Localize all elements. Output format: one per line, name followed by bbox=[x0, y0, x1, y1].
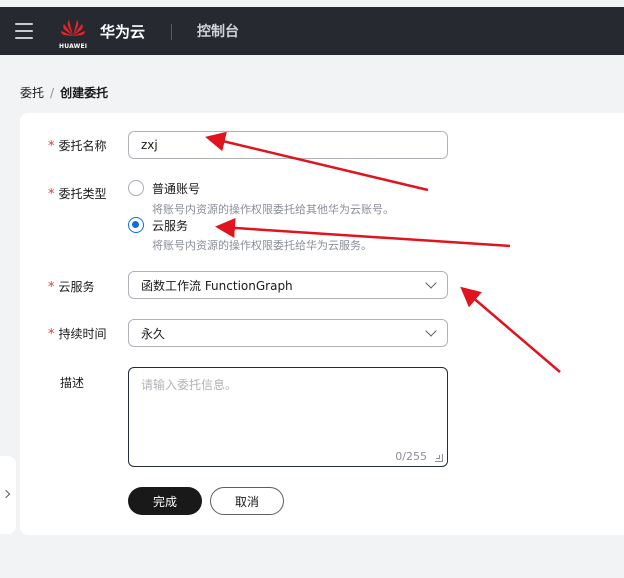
radio-cloud-service-desc: 将账号内资源的操作权限委托给华为云服务。 bbox=[152, 239, 372, 252]
top-navbar: HUAWEI 华为云 控制台 bbox=[0, 7, 624, 55]
duration-value: 永久 bbox=[141, 326, 166, 341]
required-mark: * bbox=[48, 280, 55, 295]
hamburger-menu-icon[interactable] bbox=[15, 23, 33, 39]
duration-label: * 持续时间 bbox=[48, 327, 107, 342]
radio-normal-account[interactable] bbox=[128, 180, 144, 196]
description-label: 描述 bbox=[60, 376, 85, 390]
radio-normal-account-label[interactable]: 普通账号 bbox=[152, 180, 200, 197]
logo-text: HUAWEI bbox=[59, 43, 88, 50]
char-counter: 0/255 bbox=[395, 450, 427, 463]
brand-name[interactable]: 华为云 bbox=[100, 21, 145, 42]
header-divider bbox=[171, 24, 172, 40]
description-textarea[interactable]: 请输入委托信息。 0/255 bbox=[128, 367, 448, 467]
submit-button[interactable]: 完成 bbox=[128, 487, 202, 515]
resize-handle-icon[interactable] bbox=[435, 454, 443, 462]
sidebar-expand-toggle[interactable] bbox=[0, 456, 16, 534]
cloud-service-label: * 云服务 bbox=[48, 280, 95, 295]
radio-normal-account-desc: 将账号内资源的操作权限委托给其他华为云账号。 bbox=[152, 203, 394, 216]
cloud-service-value: 函数工作流 FunctionGraph bbox=[141, 278, 293, 293]
chevron-down-icon bbox=[425, 325, 437, 337]
radio-cloud-service[interactable] bbox=[128, 217, 144, 233]
required-mark: * bbox=[48, 139, 55, 154]
agency-name-value: zxj bbox=[141, 138, 158, 152]
description-placeholder: 请输入委托信息。 bbox=[141, 378, 238, 392]
huawei-logo-icon[interactable] bbox=[58, 16, 88, 46]
required-mark: * bbox=[48, 187, 55, 202]
cancel-button[interactable]: 取消 bbox=[210, 487, 284, 515]
agency-name-input[interactable]: zxj bbox=[128, 131, 448, 159]
chevron-right-icon bbox=[1, 489, 11, 499]
breadcrumb-separator: / bbox=[50, 85, 55, 100]
agency-type-label: * 委托类型 bbox=[48, 187, 107, 202]
radio-cloud-service-label[interactable]: 云服务 bbox=[152, 217, 188, 234]
required-mark: * bbox=[48, 327, 55, 342]
cloud-service-select[interactable]: 函数工作流 FunctionGraph bbox=[128, 271, 448, 299]
create-agency-form: * 委托名称 zxj * 委托类型 普通账号 将账号内资源的操作权限委托给其他华为云… bbox=[20, 113, 624, 535]
breadcrumb-agency[interactable]: 委托 bbox=[20, 84, 44, 101]
chevron-down-icon bbox=[425, 277, 437, 289]
duration-select[interactable]: 永久 bbox=[128, 319, 448, 347]
breadcrumb-current: 创建委托 bbox=[60, 86, 109, 100]
breadcrumb: 委托 / 创建委托 bbox=[20, 84, 108, 101]
console-link[interactable]: 控制台 bbox=[197, 21, 239, 41]
agency-name-label: * 委托名称 bbox=[48, 139, 107, 154]
